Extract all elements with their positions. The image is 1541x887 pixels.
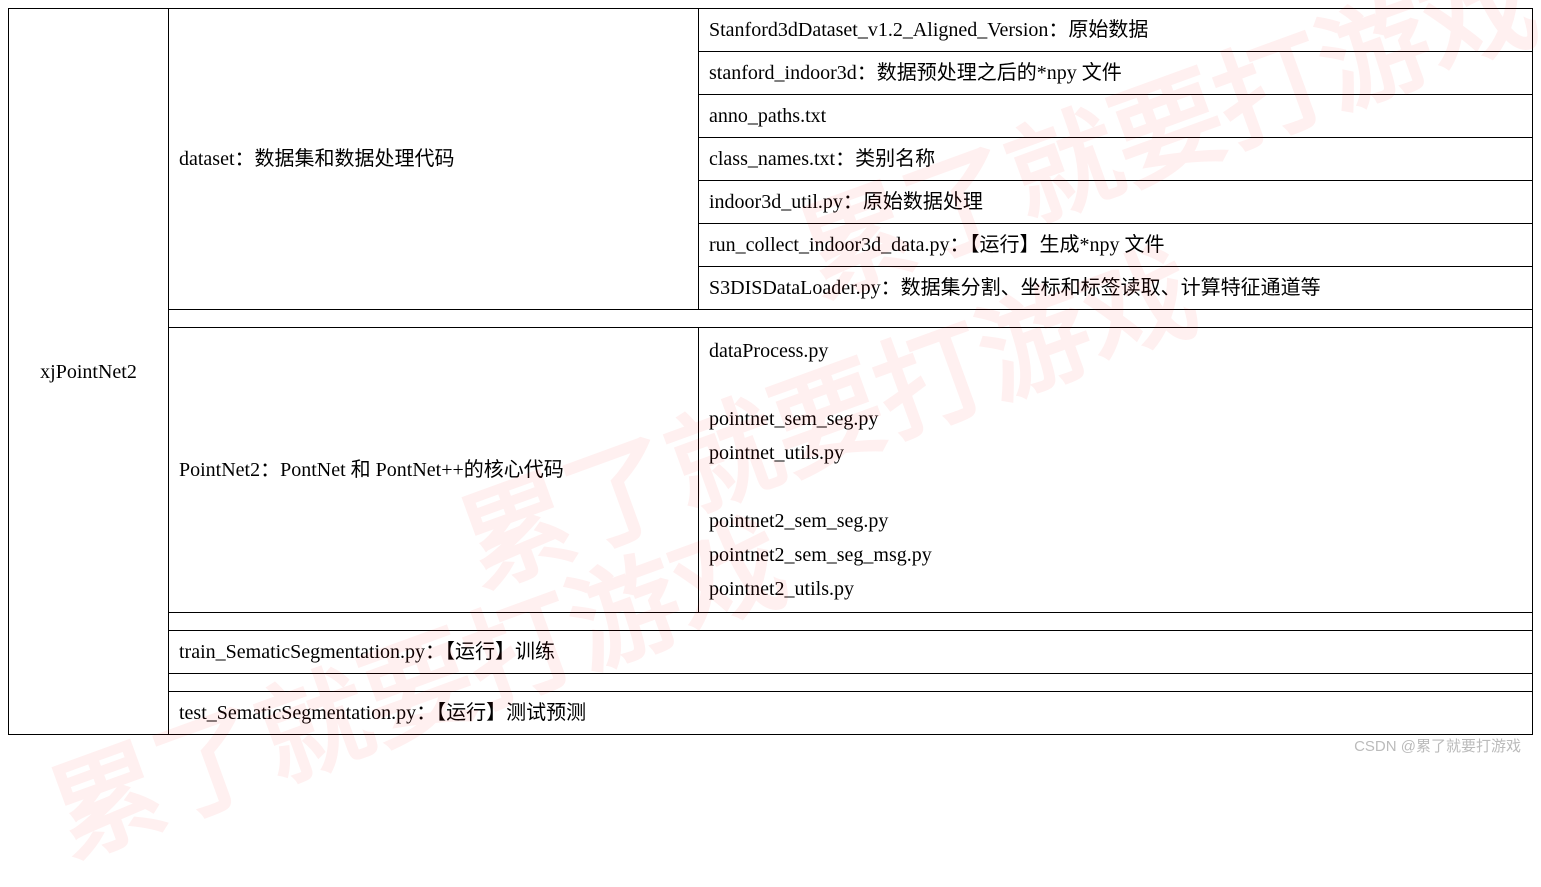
spacer-row (9, 674, 1533, 692)
table-row: train_SematicSegmentation.py：【运行】训练 (9, 631, 1533, 674)
attribution-text: CSDN @累了就要打游戏 (1354, 735, 1521, 756)
spacer-row (9, 310, 1533, 328)
pointnet2-label-cell: PointNet2：PontNet 和 PontNet++的核心代码 (169, 328, 699, 613)
dataset-item: Stanford3dDataset_v1.2_Aligned_Version：原… (699, 9, 1533, 52)
dataset-item: S3DISDataLoader.py：数据集分割、坐标和标签读取、计算特征通道等 (699, 267, 1533, 310)
dataset-item: run_collect_indoor3d_data.py：【运行】生成*npy … (699, 224, 1533, 267)
dataset-item: stanford_indoor3d：数据预处理之后的*npy 文件 (699, 52, 1533, 95)
spacer-cell (169, 310, 1533, 328)
spacer-cell (169, 674, 1533, 692)
table-row: PointNet2：PontNet 和 PontNet++的核心代码 dataP… (9, 328, 1533, 613)
test-cell: test_SematicSegmentation.py：【运行】测试预测 (169, 692, 1533, 735)
dataset-label-cell: dataset：数据集和数据处理代码 (169, 9, 699, 310)
spacer-row (9, 613, 1533, 631)
table-row: test_SematicSegmentation.py：【运行】测试预测 (9, 692, 1533, 735)
dataset-item: class_names.txt：类别名称 (699, 138, 1533, 181)
structure-table: xjPointNet2 dataset：数据集和数据处理代码 Stanford3… (8, 8, 1533, 735)
table-row: xjPointNet2 dataset：数据集和数据处理代码 Stanford3… (9, 9, 1533, 52)
train-cell: train_SematicSegmentation.py：【运行】训练 (169, 631, 1533, 674)
pointnet2-content-cell: dataProcess.py pointnet_sem_seg.py point… (699, 328, 1533, 613)
spacer-cell (169, 613, 1533, 631)
root-cell: xjPointNet2 (9, 9, 169, 735)
dataset-item: anno_paths.txt (699, 95, 1533, 138)
dataset-item: indoor3d_util.py：原始数据处理 (699, 181, 1533, 224)
